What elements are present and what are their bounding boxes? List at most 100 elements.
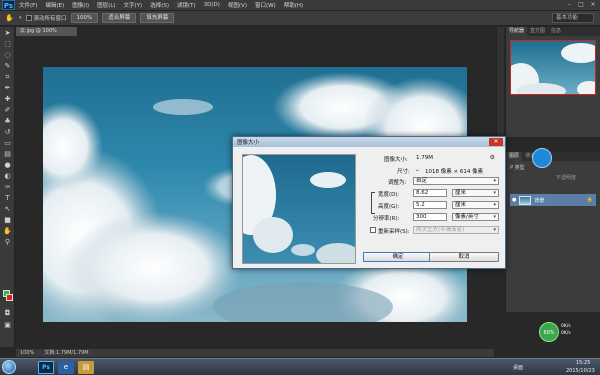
zoom-100-button[interactable]: 100% [70,13,99,23]
quick-mask-icon[interactable]: ◘ [2,308,13,318]
gear-icon[interactable]: ⚙ [490,154,495,161]
options-bar: ✋ ▾ 滚动所有窗口 100% 适合屏幕 填充屏幕 基本功能 [0,11,600,26]
dimensions-label: 尺寸: [397,169,410,175]
ok-button[interactable]: 确定 [363,252,433,262]
eyedropper-tool-icon[interactable]: ✒ [2,83,13,93]
folder-task-icon[interactable]: ▤ [78,360,94,374]
tab-info[interactable]: 信息 [548,27,564,36]
status-zoom[interactable]: 100% [20,349,34,357]
resample-checkbox[interactable] [370,227,376,233]
image-size-dialog: 图像大小 ✕ 图像大小: 1.79M ⚙ 尺寸: ⌄ 1018 像素 × 614… [232,136,506,269]
resample-label: 重新采样(S): [378,229,410,235]
hand-tool-icon[interactable]: ✋ [2,226,13,236]
network-speed-widget[interactable]: 60% [539,322,559,342]
scroll-all-checkbox[interactable] [25,15,32,21]
clock-date[interactable]: 2015/10/23 [566,368,595,374]
menu-window[interactable]: 窗口(W) [251,1,280,9]
start-button[interactable] [2,360,16,374]
eraser-tool-icon[interactable]: ▭ [2,138,13,148]
gradient-tool-icon[interactable]: ▤ [2,149,13,159]
maximize-button[interactable]: □ [576,1,586,9]
tools-panel: ➤ ⬚ ◌ ✎ ⌗ ✒ ✚ ✐ ♣ ↺ ▭ ▤ ● ◐ ✑ T ↖ ■ ✋ ⚲ … [0,27,15,347]
network-stats: 0K/s 0K/s [561,323,597,337]
scroll-all-option[interactable]: 滚动所有窗口 [25,14,67,22]
stamp-tool-icon[interactable]: ♣ [2,116,13,126]
scroll-all-label: 滚动所有窗口 [33,16,67,22]
fit-to-label: 调整为: [388,180,407,186]
resolution-unit-select[interactable]: 像素/英寸 [452,213,499,221]
crop-tool-icon[interactable]: ⌗ [2,72,13,82]
desktop-label[interactable]: 桌面 [513,364,523,371]
image-size-label: 图像大小: [384,157,408,163]
type-tool-icon[interactable]: T [2,193,13,203]
navigator-thumbnail[interactable] [510,40,596,95]
menu-file[interactable]: 文件(F) [15,1,41,9]
tab-layers[interactable]: 图层 [506,152,523,161]
menu-select[interactable]: 选择(S) [146,1,173,9]
clock-time[interactable]: 15:25 [576,360,590,366]
shape-tool-icon[interactable]: ■ [2,215,13,225]
tab-histogram[interactable]: 直方图 [527,27,548,36]
document-tab[interactable]: 云.jpg @ 100%(RGB/8#) [16,27,78,43]
dialog-titlebar: 图像大小 [233,137,505,147]
layer-name: 背景 [534,197,545,204]
brush-tool-icon[interactable]: ✐ [2,105,13,115]
minimize-button[interactable]: – [564,1,574,9]
menu-help[interactable]: 帮助(H) [280,1,307,9]
menu-type[interactable]: 文字(Y) [120,1,147,9]
menu-filter[interactable]: 滤镜(T) [173,1,200,9]
zoom-tool-icon[interactable]: ⚲ [2,237,13,247]
menu-image[interactable]: 图像(I) [68,1,93,9]
move-tool-icon[interactable]: ➤ [2,28,13,38]
menu-3d[interactable]: 3D(D) [200,2,224,8]
screen-mode-icon[interactable]: ▣ [2,320,13,330]
quick-select-tool-icon[interactable]: ✎ [2,61,13,71]
dimensions-value: 1018 像素 × 614 像素 [425,169,484,175]
photoshop-logo: Ps [2,0,15,10]
layer-kind-filter[interactable]: P 类型 [510,164,525,171]
lock-icon: 🔒 [586,197,593,203]
photoshop-task-icon[interactable]: Ps [38,360,54,374]
blur-tool-icon[interactable]: ● [2,160,13,170]
background-color-swatch[interactable] [6,294,13,301]
menu-view[interactable]: 视图(V) [224,1,251,9]
width-unit-select[interactable]: 厘米 [452,189,499,197]
width-input[interactable]: 8.62 [413,189,447,197]
layer-row-background[interactable]: ● 背景 🔒 [510,194,596,206]
close-button[interactable]: × [588,1,598,9]
navigator-tabs: 导航器 直方图 信息 [506,27,600,36]
height-input[interactable]: 5.2 [413,201,447,209]
menu-edit[interactable]: 编辑(E) [41,1,68,9]
workspace-select[interactable]: 基本功能 [552,13,594,23]
path-select-tool-icon[interactable]: ↖ [2,204,13,214]
image-preview[interactable] [242,154,356,264]
dodge-tool-icon[interactable]: ◐ [2,171,13,181]
height-unit-select[interactable]: 厘米 [452,201,499,209]
fill-screen-button[interactable]: 填充屏幕 [140,13,175,23]
fit-screen-button[interactable]: 适合屏幕 [102,13,137,23]
browser-task-icon[interactable]: e [58,360,74,374]
layer-thumbnail [519,195,532,205]
dialog-close-button[interactable]: ✕ [489,138,503,146]
dimensions-dropdown-icon[interactable]: ⌄ [415,167,420,173]
eye-icon[interactable]: ● [512,197,516,203]
menu-layer[interactable]: 图层(L) [93,1,119,9]
cancel-button[interactable]: 取消 [429,252,499,262]
history-brush-tool-icon[interactable]: ↺ [2,127,13,137]
upload-speed: 0K/s [561,324,571,329]
lasso-tool-icon[interactable]: ◌ [2,50,13,60]
resample-method-select[interactable]: 两次立方(平滑渐变) [413,226,499,234]
pen-tool-icon[interactable]: ✑ [2,182,13,192]
status-doc-size: 文档:1.79M/1.79M [44,350,89,356]
tool-preset-arrow-icon[interactable]: ▾ [19,15,22,21]
fit-to-select[interactable]: 自定 [413,177,499,185]
resolution-input[interactable]: 300 [413,213,447,221]
hand-tool-icon[interactable]: ✋ [4,13,15,23]
marquee-tool-icon[interactable]: ⬚ [2,39,13,49]
download-speed: 0K/s [561,331,571,336]
tab-navigator[interactable]: 导航器 [506,27,528,36]
healing-tool-icon[interactable]: ✚ [2,94,13,104]
constrain-link-icon[interactable] [371,192,375,214]
menu-bar: Ps 文件(F) 编辑(E) 图像(I) 图层(L) 文字(Y) 选择(S) 滤… [0,0,600,11]
height-label: 高度(G): [378,204,400,210]
